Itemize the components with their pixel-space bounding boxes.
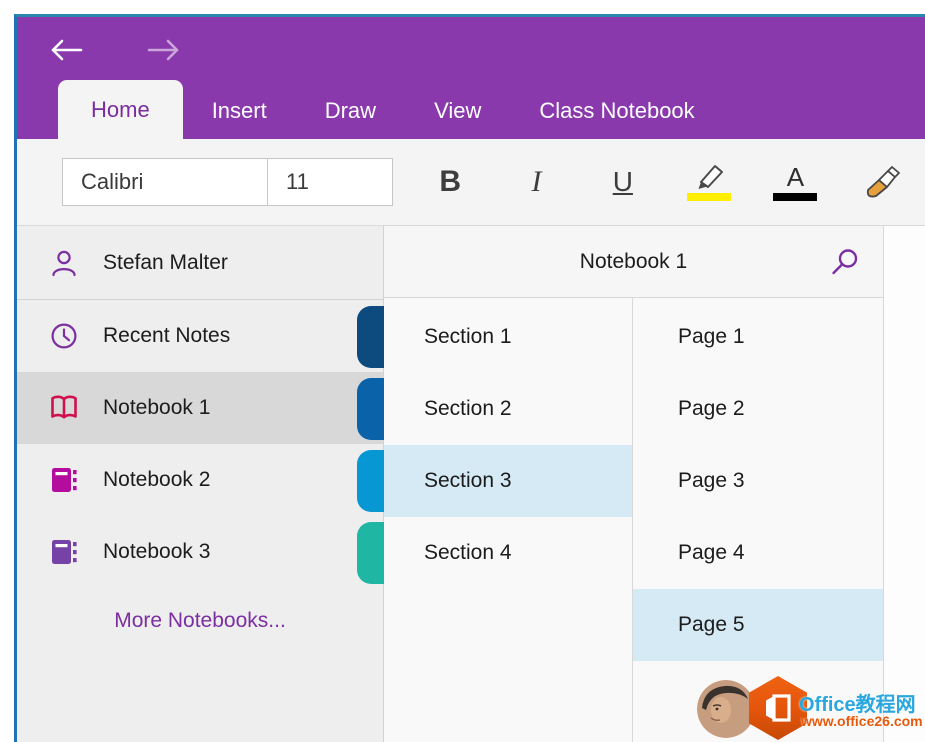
section-page-panes: Section 1 Section 2 Section 3 Secti (384, 298, 883, 742)
section-color-tab[interactable] (357, 522, 384, 584)
closed-notebook-icon (48, 466, 80, 494)
highlight-color-bar (687, 193, 731, 201)
main-area: Stefan Malter Recent Notes Notebook 1 No… (17, 226, 925, 742)
section-color-tab[interactable] (357, 378, 384, 440)
sidebar-item-label: Recent Notes (103, 324, 230, 348)
forward-arrow-icon (147, 38, 181, 62)
tab-home[interactable]: Home (58, 80, 183, 139)
notebook-title: Notebook 1 (580, 250, 687, 274)
font-color-bar (773, 193, 817, 201)
font-size-select[interactable]: 11 (267, 158, 393, 206)
section-color-tab[interactable] (357, 450, 384, 512)
page-row-5[interactable]: Page 5 (633, 589, 883, 661)
tab-class-notebook[interactable]: Class Notebook (510, 83, 723, 139)
tab-draw[interactable]: Draw (296, 83, 405, 139)
page-row-1[interactable]: Page 1 (633, 301, 883, 373)
back-button[interactable] (49, 38, 83, 62)
section-row-1[interactable]: Section 1 (384, 301, 632, 373)
formatting-toolbar: Calibri 11 B I U A (17, 139, 925, 226)
search-button[interactable] (829, 246, 861, 278)
page-label: Page 5 (678, 613, 745, 637)
section-color-tab[interactable] (357, 306, 384, 368)
sidebar-item-label: Notebook 2 (103, 468, 210, 492)
section-row-2[interactable]: Section 2 (384, 373, 632, 445)
sidebar-item-notebook-3[interactable]: Notebook 3 (17, 516, 383, 588)
navigation-sidebar: Stefan Malter Recent Notes Notebook 1 No… (17, 226, 383, 742)
italic-button[interactable]: I (493, 149, 579, 215)
format-painter-button[interactable] (839, 149, 925, 215)
notebook-pane: Notebook 1 Section 1 Section 2 (383, 226, 883, 742)
sidebar-item-label: Notebook 3 (103, 540, 210, 564)
font-name-select[interactable]: Calibri (62, 158, 268, 206)
back-arrow-icon (49, 38, 83, 62)
sidebar-item-recent-notes[interactable]: Recent Notes (17, 300, 383, 372)
bold-button[interactable]: B (407, 149, 493, 215)
sidebar-item-notebook-1[interactable]: Notebook 1 (17, 372, 383, 444)
user-name: Stefan Malter (103, 251, 228, 275)
forward-button[interactable] (147, 38, 181, 62)
page-label: Page 4 (678, 541, 745, 565)
account-button[interactable]: Stefan Malter (17, 226, 383, 300)
highlighter-icon (692, 163, 726, 190)
tab-view[interactable]: View (405, 83, 510, 139)
more-notebooks-button[interactable]: More Notebooks... (17, 588, 383, 654)
page-label: Page 3 (678, 469, 745, 493)
page-row-2[interactable]: Page 2 (633, 373, 883, 445)
sidebar-item-label: Notebook 1 (103, 396, 210, 420)
page-label: Page 2 (678, 397, 745, 421)
title-bar (17, 17, 925, 83)
section-label: Section 4 (424, 541, 512, 565)
tab-insert[interactable]: Insert (183, 83, 296, 139)
page-label: Page 1 (678, 325, 745, 349)
sidebar-item-notebook-2[interactable]: Notebook 2 (17, 444, 383, 516)
notebook-header: Notebook 1 (384, 226, 883, 298)
highlighter-button[interactable] (666, 149, 752, 215)
italic-icon: I (531, 165, 541, 199)
ribbon-tab-bar: Home Insert Draw View Class Notebook (17, 83, 925, 139)
open-notebook-icon (48, 394, 80, 422)
closed-notebook-icon (48, 538, 80, 566)
font-color-button[interactable]: A (752, 149, 838, 215)
sections-list: Section 1 Section 2 Section 3 Secti (384, 298, 632, 742)
section-row-3[interactable]: Section 3 (384, 445, 632, 517)
section-label: Section 2 (424, 397, 512, 421)
section-label: Section 3 (424, 469, 512, 493)
person-icon (48, 248, 80, 278)
section-label: Section 1 (424, 325, 512, 349)
underline-icon: U (613, 166, 633, 198)
clock-icon (48, 322, 80, 350)
underline-button[interactable]: U (580, 149, 666, 215)
format-painter-icon (863, 165, 901, 200)
section-row-4[interactable]: Section 4 (384, 517, 632, 589)
format-button-group: B I U A (407, 149, 925, 215)
content-area: Notebook 1 Section 1 Section 2 (383, 226, 925, 742)
pages-list: Page 1 Page 2 Page 3 Page 4 Page 5 (632, 298, 883, 742)
page-canvas (883, 226, 925, 742)
font-color-icon: A (787, 164, 804, 190)
page-row-4[interactable]: Page 4 (633, 517, 883, 589)
search-icon (829, 246, 861, 278)
bold-icon: B (439, 165, 461, 199)
onenote-window: Home Insert Draw View Class Notebook Cal… (14, 14, 925, 742)
page-row-3[interactable]: Page 3 (633, 445, 883, 517)
